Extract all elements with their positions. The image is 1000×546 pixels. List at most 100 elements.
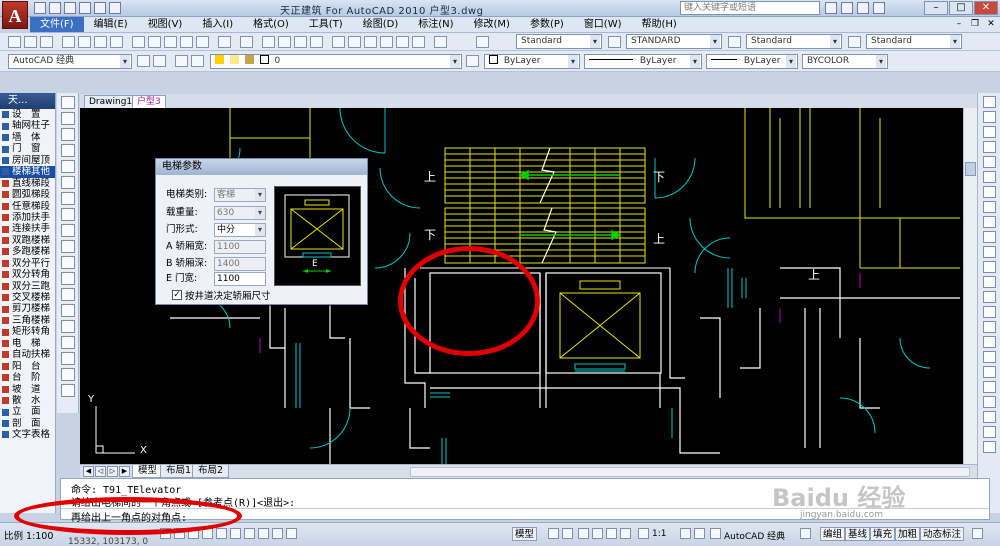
region-icon[interactable] — [61, 352, 75, 365]
favorites-icon[interactable] — [857, 2, 869, 14]
preview-icon[interactable] — [78, 36, 91, 48]
scale-indicator[interactable]: 比例 1:100 — [4, 528, 53, 542]
break-point-icon[interactable] — [983, 261, 996, 273]
vertical-scrollbar[interactable] — [963, 108, 977, 464]
table-style-select[interactable]: Standard — [746, 34, 842, 49]
panel-item[interactable]: 双分转角 — [0, 269, 55, 280]
load-select[interactable]: 630 — [214, 205, 266, 220]
trim-icon[interactable] — [983, 231, 996, 243]
gradient-icon[interactable] — [61, 336, 75, 349]
dynamic-dim-button[interactable]: 动态标注 — [920, 527, 965, 541]
menu-insert[interactable]: 插入(I) — [192, 17, 243, 32]
bold-button[interactable]: 加粗 — [895, 527, 921, 541]
baseline-button[interactable]: 基线 — [845, 527, 871, 541]
match-properties-icon[interactable] — [180, 36, 193, 48]
layer-select[interactable]: 0 — [210, 54, 462, 69]
layer-properties-icon[interactable] — [175, 55, 188, 67]
menu-window[interactable]: 窗口(W) — [574, 17, 632, 32]
panel-item[interactable]: 双跑楼梯 — [0, 235, 55, 246]
lineweight-select[interactable]: ByLayer — [706, 54, 798, 69]
door-type-select[interactable]: 中分 — [214, 222, 266, 237]
panel-item[interactable]: 文字表格 — [0, 429, 55, 440]
offset-icon[interactable] — [983, 141, 996, 153]
polar-icon[interactable] — [202, 528, 213, 539]
mirror-icon[interactable] — [983, 126, 996, 138]
ortho-icon[interactable] — [188, 528, 199, 539]
group-button[interactable]: 编组 — [820, 527, 846, 541]
plot-icon[interactable] — [109, 2, 121, 14]
menu-modify[interactable]: 修改(M) — [464, 17, 520, 32]
make-current-layer-icon[interactable] — [466, 55, 479, 67]
panel-item[interactable]: 自动扶梯 — [0, 349, 55, 360]
copy-icon[interactable] — [148, 36, 161, 48]
save-icon[interactable] — [40, 36, 53, 48]
annotation-scale-value[interactable]: 1:1 — [652, 529, 666, 539]
doc-close-icon[interactable]: ✕ — [984, 18, 998, 31]
polyline-icon[interactable] — [61, 128, 75, 141]
rotate-icon[interactable] — [983, 186, 996, 198]
line-icon[interactable] — [61, 96, 75, 109]
search-icon[interactable] — [825, 2, 837, 14]
make-block-icon[interactable] — [61, 288, 75, 301]
panel-item[interactable]: 矩形转角 — [0, 326, 55, 337]
fillet-icon[interactable] — [983, 321, 996, 333]
extend-icon[interactable] — [983, 246, 996, 258]
panel-item[interactable]: 连接扶手 — [0, 223, 55, 234]
plotstyle-select[interactable]: BYCOLOR — [802, 54, 888, 69]
panel-item[interactable]: 电 梯 — [0, 338, 55, 349]
3d-dwf-icon[interactable] — [110, 36, 123, 48]
zoom-previous-icon[interactable] — [310, 36, 323, 48]
dim-style-select[interactable]: STANDARD — [626, 34, 722, 49]
dim-linear-icon[interactable] — [983, 351, 996, 363]
close-button[interactable]: ✕ — [974, 1, 998, 15]
horizontal-scrollbar[interactable] — [410, 467, 970, 477]
quick-view-layouts-icon[interactable] — [548, 528, 559, 539]
explode-icon[interactable] — [983, 336, 996, 348]
publish-icon[interactable] — [94, 36, 107, 48]
auto-scale-icon[interactable] — [694, 528, 705, 539]
menu-help[interactable]: 帮助(H) — [632, 17, 687, 32]
panel-item[interactable]: 房间屋顶 — [0, 155, 55, 166]
cut-icon[interactable] — [132, 36, 145, 48]
spline-icon[interactable] — [61, 224, 75, 237]
panel-item[interactable]: 圆弧梯段 — [0, 189, 55, 200]
redo-icon[interactable] — [94, 2, 106, 14]
vertical-scroll-thumb[interactable] — [965, 162, 976, 176]
first-layout-icon[interactable]: ◀ — [83, 466, 94, 477]
menu-dimension[interactable]: 标注(N) — [408, 17, 463, 32]
panel-item[interactable]: 立 面 — [0, 406, 55, 417]
panel-item[interactable]: 多跑楼梯 — [0, 246, 55, 257]
stretch-icon[interactable] — [983, 216, 996, 228]
quick-properties-icon[interactable] — [286, 528, 297, 539]
doc-restore-icon[interactable]: ❐ — [968, 18, 982, 31]
snap-icon[interactable] — [160, 528, 171, 539]
copy-object-icon[interactable] — [983, 111, 996, 123]
layer-walk-icon[interactable] — [983, 411, 996, 423]
arc-icon[interactable] — [61, 176, 75, 189]
revision-cloud-icon[interactable] — [61, 208, 75, 221]
help-icon[interactable] — [434, 36, 447, 48]
print-icon[interactable] — [62, 36, 75, 48]
dim-angular-icon[interactable] — [983, 396, 996, 408]
car-width-input[interactable]: 1100 — [214, 239, 266, 254]
otrack-icon[interactable] — [230, 528, 241, 539]
scale-icon[interactable] — [983, 201, 996, 213]
tab-layout2[interactable]: 布局2 — [192, 465, 230, 478]
steering-wheel-icon[interactable] — [606, 528, 617, 539]
circle-icon[interactable] — [61, 192, 75, 205]
properties-panel-icon[interactable] — [983, 426, 996, 438]
zoom-realtime-icon[interactable] — [278, 36, 291, 48]
break-icon[interactable] — [983, 276, 996, 288]
tab-huxing3[interactable]: 户型3 — [132, 95, 166, 108]
multileader-style-icon[interactable] — [848, 36, 861, 48]
next-layout-icon[interactable]: ▷ — [107, 466, 118, 477]
showmotion-icon[interactable] — [620, 528, 631, 539]
panel-item[interactable]: 添加扶手 — [0, 212, 55, 223]
new-file-icon[interactable] — [34, 2, 46, 14]
save-icon[interactable] — [64, 2, 76, 14]
mtext-icon[interactable] — [61, 384, 75, 397]
dyn-icon[interactable] — [258, 528, 269, 539]
multileader-style-select[interactable]: Standard — [866, 34, 962, 49]
panel-item[interactable]: 设 置 — [0, 109, 55, 120]
dim-style-icon[interactable] — [608, 36, 621, 48]
